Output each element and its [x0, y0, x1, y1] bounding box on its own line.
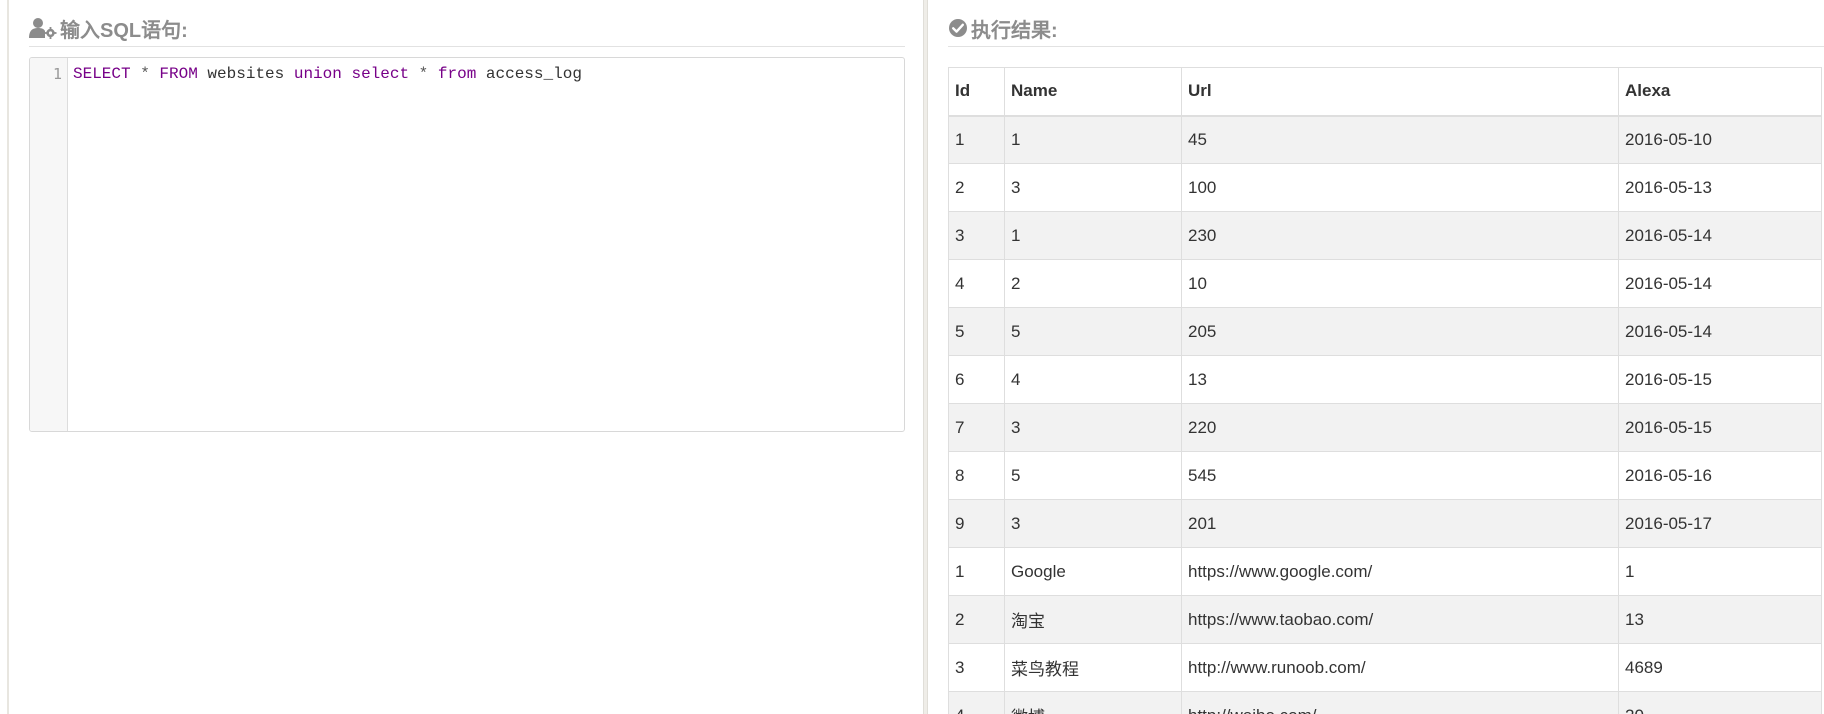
cell-url: 13: [1181, 355, 1619, 404]
column-header-alexa: Alexa: [1618, 67, 1822, 117]
cell-id: 1: [948, 115, 1005, 164]
cell-id: 3: [948, 211, 1005, 260]
sql-identifier: access_log: [476, 65, 582, 83]
editor-gutter: 1: [30, 58, 68, 431]
header-row: Id Name Url Alexa: [948, 67, 1822, 117]
cell-id: 1: [948, 547, 1005, 596]
line-number: 1: [52, 65, 62, 83]
cell-id: 5: [948, 307, 1005, 356]
sql-title-divider: [29, 46, 905, 47]
cell-alexa: 2016-05-14: [1618, 211, 1822, 260]
table-row: 1 1 45 2016-05-10: [948, 115, 1822, 164]
sql-identifier: websites: [197, 65, 294, 83]
cell-name: Google: [1004, 547, 1182, 596]
results-table-body: 1 1 45 2016-05-10 2 3 100 2016-05-13 3 1 230 2016-0…: [948, 115, 1822, 714]
sql-keyword: union: [293, 65, 342, 83]
table-row: 9 3 201 2016-05-17: [948, 499, 1822, 548]
column-header-url: Url: [1181, 67, 1619, 117]
cell-alexa: 1: [1618, 547, 1822, 596]
sql-panel-title: 输入SQL语句:: [29, 13, 188, 43]
cell-alexa: 13: [1618, 595, 1822, 644]
cell-url: https://www.google.com/: [1181, 547, 1619, 596]
cell-name: 淘宝: [1004, 595, 1182, 644]
sql-keyword: from: [437, 65, 477, 83]
cell-url: 205: [1181, 307, 1619, 356]
cell-name: 菜鸟教程: [1004, 643, 1182, 692]
table-row: 7 3 220 2016-05-15: [948, 403, 1822, 452]
table-row: 2 3 100 2016-05-13: [948, 163, 1822, 212]
cell-url: http://weibo.com/: [1181, 691, 1619, 714]
table-row: 1 Google https://www.google.com/1: [948, 547, 1822, 596]
table-row: 8 5 545 2016-05-16: [948, 451, 1822, 500]
column-header-name: Name: [1004, 67, 1182, 117]
cell-id: 9: [948, 499, 1005, 548]
cell-name: 3: [1004, 499, 1182, 548]
table-row: 3 菜鸟教程 http://www.runoob.com/4689: [948, 643, 1822, 692]
sql-operator: *: [130, 65, 160, 83]
panel-divider[interactable]: [923, 0, 928, 714]
cell-name: 5: [1004, 307, 1182, 356]
cell-id: 7: [948, 403, 1005, 452]
cell-alexa: 4689: [1618, 643, 1822, 692]
cell-name: 4: [1004, 355, 1182, 404]
table-row: 3 1 230 2016-05-14: [948, 211, 1822, 260]
cell-url: 545: [1181, 451, 1619, 500]
cell-name: 3: [1004, 403, 1182, 452]
cell-alexa: 2016-05-10: [1618, 115, 1822, 164]
sql-query-page: 输入SQL语句: 1 SELECT * FROM websites union …: [0, 0, 1824, 714]
table-row: 6 4 13 2016-05-15: [948, 355, 1822, 404]
cell-id: 2: [948, 163, 1005, 212]
cell-id: 8: [948, 451, 1005, 500]
sql-panel-title-text: 输入SQL语句:: [60, 19, 188, 42]
cell-name: 2: [1004, 259, 1182, 308]
cell-name: 5: [1004, 451, 1182, 500]
cell-url: 10: [1181, 259, 1619, 308]
cell-url: 201: [1181, 499, 1619, 548]
cell-id: 4: [948, 259, 1005, 308]
table-row: 5 5 205 2016-05-14: [948, 307, 1822, 356]
sql-keyword: FROM: [159, 65, 198, 83]
sql-operator: *: [409, 65, 438, 83]
sql-keyword: SELECT: [73, 65, 131, 83]
left-border: [7, 0, 9, 714]
cell-id: 6: [948, 355, 1005, 404]
cell-alexa: 2016-05-14: [1618, 307, 1822, 356]
code-line[interactable]: SELECT * FROM websites union select * fr…: [73, 65, 582, 83]
user-gear-icon: [29, 17, 57, 39]
table-row: 4 2 10 2016-05-14: [948, 259, 1822, 308]
cell-url: https://www.taobao.com/: [1181, 595, 1619, 644]
results-table-header: Id Name Url Alexa: [948, 67, 1822, 117]
cell-name: 3: [1004, 163, 1182, 212]
cell-id: 3: [948, 643, 1005, 692]
column-header-id: Id: [948, 67, 1005, 117]
cell-url: 100: [1181, 163, 1619, 212]
cell-alexa: 20: [1618, 691, 1822, 714]
cell-alexa: 2016-05-16: [1618, 451, 1822, 500]
cell-url: http://www.runoob.com/: [1181, 643, 1619, 692]
check-circle-icon: [948, 18, 968, 38]
cell-id: 2: [948, 595, 1005, 644]
cell-name: 1: [1004, 115, 1182, 164]
cell-alexa: 2016-05-13: [1618, 163, 1822, 212]
cell-name: 1: [1004, 211, 1182, 260]
cell-alexa: 2016-05-15: [1618, 403, 1822, 452]
table-row: 4微博http://weibo.com/20: [948, 691, 1822, 714]
sql-keyword: select: [351, 65, 410, 83]
cell-alexa: 2016-05-17: [1618, 499, 1822, 548]
cell-url: 220: [1181, 403, 1619, 452]
cell-id: 4: [948, 691, 1005, 714]
result-panel-title-text: 执行结果:: [971, 19, 1058, 42]
cell-alexa: 2016-05-14: [1618, 259, 1822, 308]
result-panel-title: 执行结果:: [948, 13, 1058, 43]
cell-url: 45: [1181, 115, 1619, 164]
result-title-divider: [948, 46, 1824, 47]
cell-url: 230: [1181, 211, 1619, 260]
cell-alexa: 2016-05-15: [1618, 355, 1822, 404]
table-row: 2 淘宝 https://www.taobao.com/13: [948, 595, 1822, 644]
sql-editor[interactable]: 1 SELECT * FROM websites union select * …: [29, 57, 905, 432]
results-table: Id Name Url Alexa 1 1 45 2016-05-10 2 3 100 201…: [948, 67, 1822, 714]
cell-name: 微博: [1004, 691, 1182, 714]
